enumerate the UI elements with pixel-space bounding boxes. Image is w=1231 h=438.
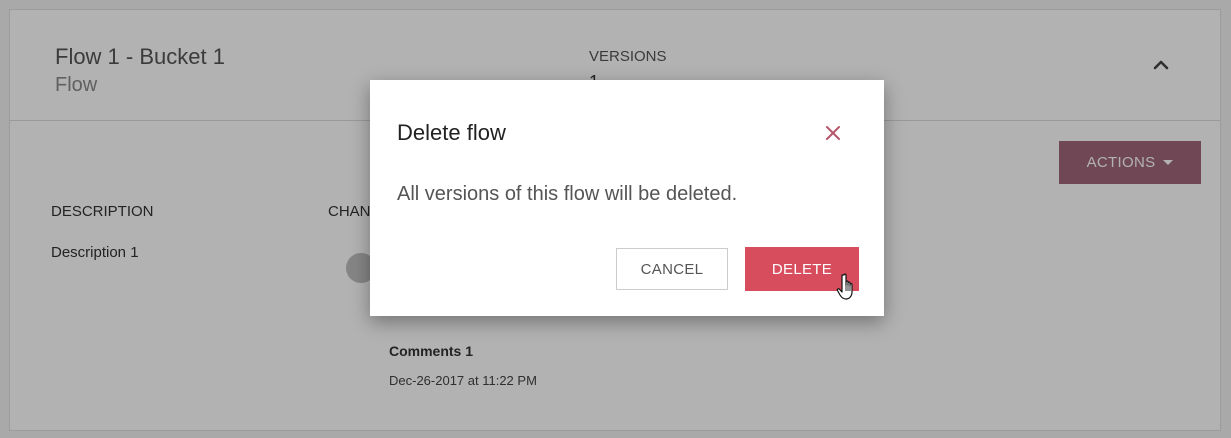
close-icon[interactable]	[820, 120, 846, 146]
dialog-title: Delete flow	[397, 120, 506, 145]
dialog-message: All versions of this flow will be delete…	[397, 183, 738, 205]
hand-pointer-icon	[836, 273, 860, 301]
delete-flow-dialog: Delete flow All versions of this flow wi…	[370, 80, 884, 316]
cancel-button[interactable]: CANCEL	[616, 248, 728, 290]
